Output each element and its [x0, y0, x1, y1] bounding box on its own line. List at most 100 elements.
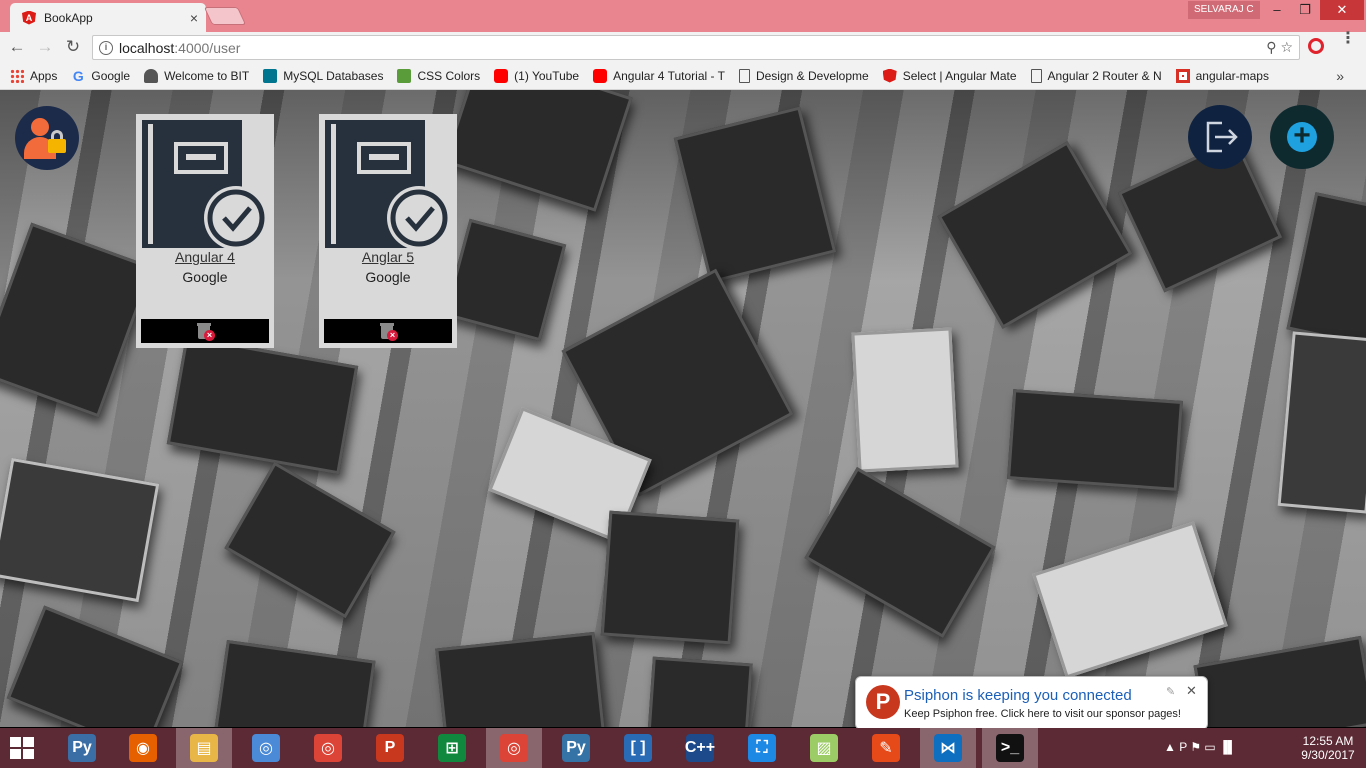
bookmark-label: Angular 2 Router & N: [1047, 68, 1162, 83]
hanging-book-image: [1007, 389, 1183, 491]
taskbar-app-devcpp[interactable]: C++: [672, 728, 728, 768]
notification-close-icon[interactable]: ✕: [1186, 683, 1197, 699]
bookmark-star-icon[interactable]: ⚲ ☆: [1266, 39, 1293, 56]
book-author: Google: [365, 269, 411, 285]
reload-button[interactable]: ↻: [62, 36, 84, 58]
address-bar[interactable]: i localhost:4000/user ⚲ ☆: [92, 35, 1300, 60]
close-window-button[interactable]: ✕: [1320, 0, 1364, 20]
bookmark-label: (1) YouTube: [514, 68, 580, 83]
bookmark-item[interactable]: Angular 4 Tutorial - T: [593, 68, 725, 83]
hanging-book-image: [1193, 635, 1366, 727]
chrome-profile-icon: ◎: [500, 734, 528, 762]
opera-extension-icon[interactable]: [1308, 38, 1324, 54]
hanging-book-image: [937, 141, 1133, 329]
book-card[interactable]: Anglar 5 Google ×: [319, 114, 457, 348]
delete-book-icon[interactable]: ×: [197, 322, 215, 341]
clock-date: 9/30/2017: [1301, 748, 1355, 762]
tab-title: BookApp: [44, 10, 93, 25]
document-icon: [738, 68, 750, 83]
taskbar-app-photos[interactable]: ▨: [796, 728, 852, 768]
book-actions-bar: ×: [324, 319, 452, 343]
tab-bookapp[interactable]: A BookApp ×: [10, 3, 206, 32]
url-host: localhost: [119, 39, 175, 56]
bookmark-item[interactable]: CSS Colors: [397, 68, 481, 83]
book-card[interactable]: Angular 4 Google ×: [136, 114, 274, 348]
bookmark-item[interactable]: angular-maps: [1175, 68, 1269, 83]
maximize-button[interactable]: ❐: [1290, 0, 1320, 20]
bit-icon: [144, 68, 159, 83]
notification-title: Psiphon is keeping you connected: [904, 687, 1132, 704]
devcpp-icon: C++: [685, 734, 715, 762]
hanging-book-image: [1032, 521, 1228, 679]
mysql-icon: [263, 68, 278, 83]
bookmark-item[interactable]: Angular 2 Router & N: [1030, 68, 1162, 83]
taskbar-app-chromium[interactable]: ◎: [238, 728, 294, 768]
bookmark-item[interactable]: (1) YouTube: [494, 68, 580, 83]
taskbar-app-python-installer[interactable]: Py: [54, 728, 110, 768]
taskbar-app-tools[interactable]: ✎: [858, 728, 914, 768]
profile-name[interactable]: SELVARAJ C: [1188, 1, 1260, 19]
bookmark-label: CSS Colors: [417, 68, 481, 83]
hanging-book-image: [6, 605, 184, 727]
delete-book-icon[interactable]: ×: [380, 322, 398, 341]
system-tray[interactable]: ▲ P ⚑ ▭ ▐▌: [1164, 740, 1236, 754]
logout-icon: [1206, 121, 1238, 153]
forward-button[interactable]: →: [34, 36, 56, 58]
taskbar-app-screen-capture[interactable]: ⛶: [734, 728, 790, 768]
bookmark-label: Angular 4 Tutorial - T: [613, 68, 725, 83]
taskbar-app-chrome-profile[interactable]: ◎: [486, 728, 542, 768]
notification-settings-icon[interactable]: ✎: [1166, 685, 1175, 698]
bookmark-item[interactable]: MySQL Databases: [263, 68, 383, 83]
bookmark-label: Design & Developme: [755, 68, 869, 83]
taskbar-app-chrome[interactable]: ◎: [300, 728, 356, 768]
psiphon-notification[interactable]: P Psiphon is keeping you connected Keep …: [855, 676, 1208, 744]
book-check-icon: [142, 120, 268, 248]
taskbar-app-python[interactable]: Py: [548, 728, 604, 768]
taskbar-app-terminal[interactable]: >_: [982, 728, 1038, 768]
new-tab-button[interactable]: [203, 7, 247, 25]
bookmark-item[interactable]: Welcome to BIT: [144, 68, 249, 83]
hanging-book-image: [851, 327, 959, 473]
user-lock-avatar[interactable]: [15, 106, 79, 170]
document-icon: [1030, 68, 1042, 83]
screen-capture-icon: ⛶: [748, 734, 776, 762]
add-book-button[interactable]: +: [1270, 105, 1334, 169]
browser-toolbar: ← → ↻ i localhost:4000/user ⚲ ☆: [0, 32, 1366, 62]
taskbar-clock[interactable]: 12:55 AM 9/30/2017: [1292, 734, 1364, 762]
python-installer-icon: Py: [68, 734, 96, 762]
taskbar-app-vscode[interactable]: ⋈: [920, 728, 976, 768]
taskbar-app-firefox[interactable]: ◉: [115, 728, 171, 768]
hanging-book-image: [166, 335, 359, 475]
back-button[interactable]: ←: [6, 36, 28, 58]
vscode-icon: ⋈: [934, 734, 962, 762]
taskbar-app-store[interactable]: ⊞: [424, 728, 480, 768]
bookmark-item[interactable]: Apps: [10, 68, 58, 83]
bookmark-item[interactable]: Design & Developme: [738, 68, 869, 83]
book-title[interactable]: Angular 4: [136, 249, 274, 265]
book-title[interactable]: Anglar 5: [319, 249, 457, 265]
hanging-book-image: [673, 106, 837, 284]
python-icon: Py: [562, 734, 590, 762]
hanging-book-image: [214, 639, 376, 727]
taskbar-app-psiphon[interactable]: P: [362, 728, 418, 768]
hanging-book-image: [224, 461, 396, 619]
maps-icon: [1175, 68, 1190, 83]
windows-start-icon[interactable]: [10, 737, 34, 759]
info-icon[interactable]: i: [99, 40, 113, 55]
bookmark-item[interactable]: Select | Angular Mate: [882, 68, 1017, 83]
bookmark-item[interactable]: G Google: [71, 69, 130, 83]
more-bookmarks-icon[interactable]: »: [1336, 68, 1344, 84]
bookmark-label: Apps: [30, 68, 58, 83]
tools-icon: ✎: [872, 734, 900, 762]
chromium-icon: ◎: [252, 734, 280, 762]
hanging-book-image: [1277, 331, 1366, 514]
taskbar-app-brackets[interactable]: [ ]: [610, 728, 666, 768]
hanging-book-image: [435, 631, 605, 727]
taskbar-app-file-explorer[interactable]: ▤: [176, 728, 232, 768]
notification-body[interactable]: Keep Psiphon free. Click here to visit o…: [904, 708, 1181, 720]
close-tab-icon[interactable]: ×: [190, 10, 198, 26]
minimize-button[interactable]: –: [1262, 0, 1292, 20]
logout-button[interactable]: [1188, 105, 1252, 169]
browser-menu-icon[interactable]: ⋮: [1340, 31, 1356, 47]
windows-taskbar: ▲ P ⚑ ▭ ▐▌ 12:55 AM 9/30/2017 Py ◉ ▤ ◎ ◎ P ⊞ ◎ P…: [0, 728, 1366, 768]
